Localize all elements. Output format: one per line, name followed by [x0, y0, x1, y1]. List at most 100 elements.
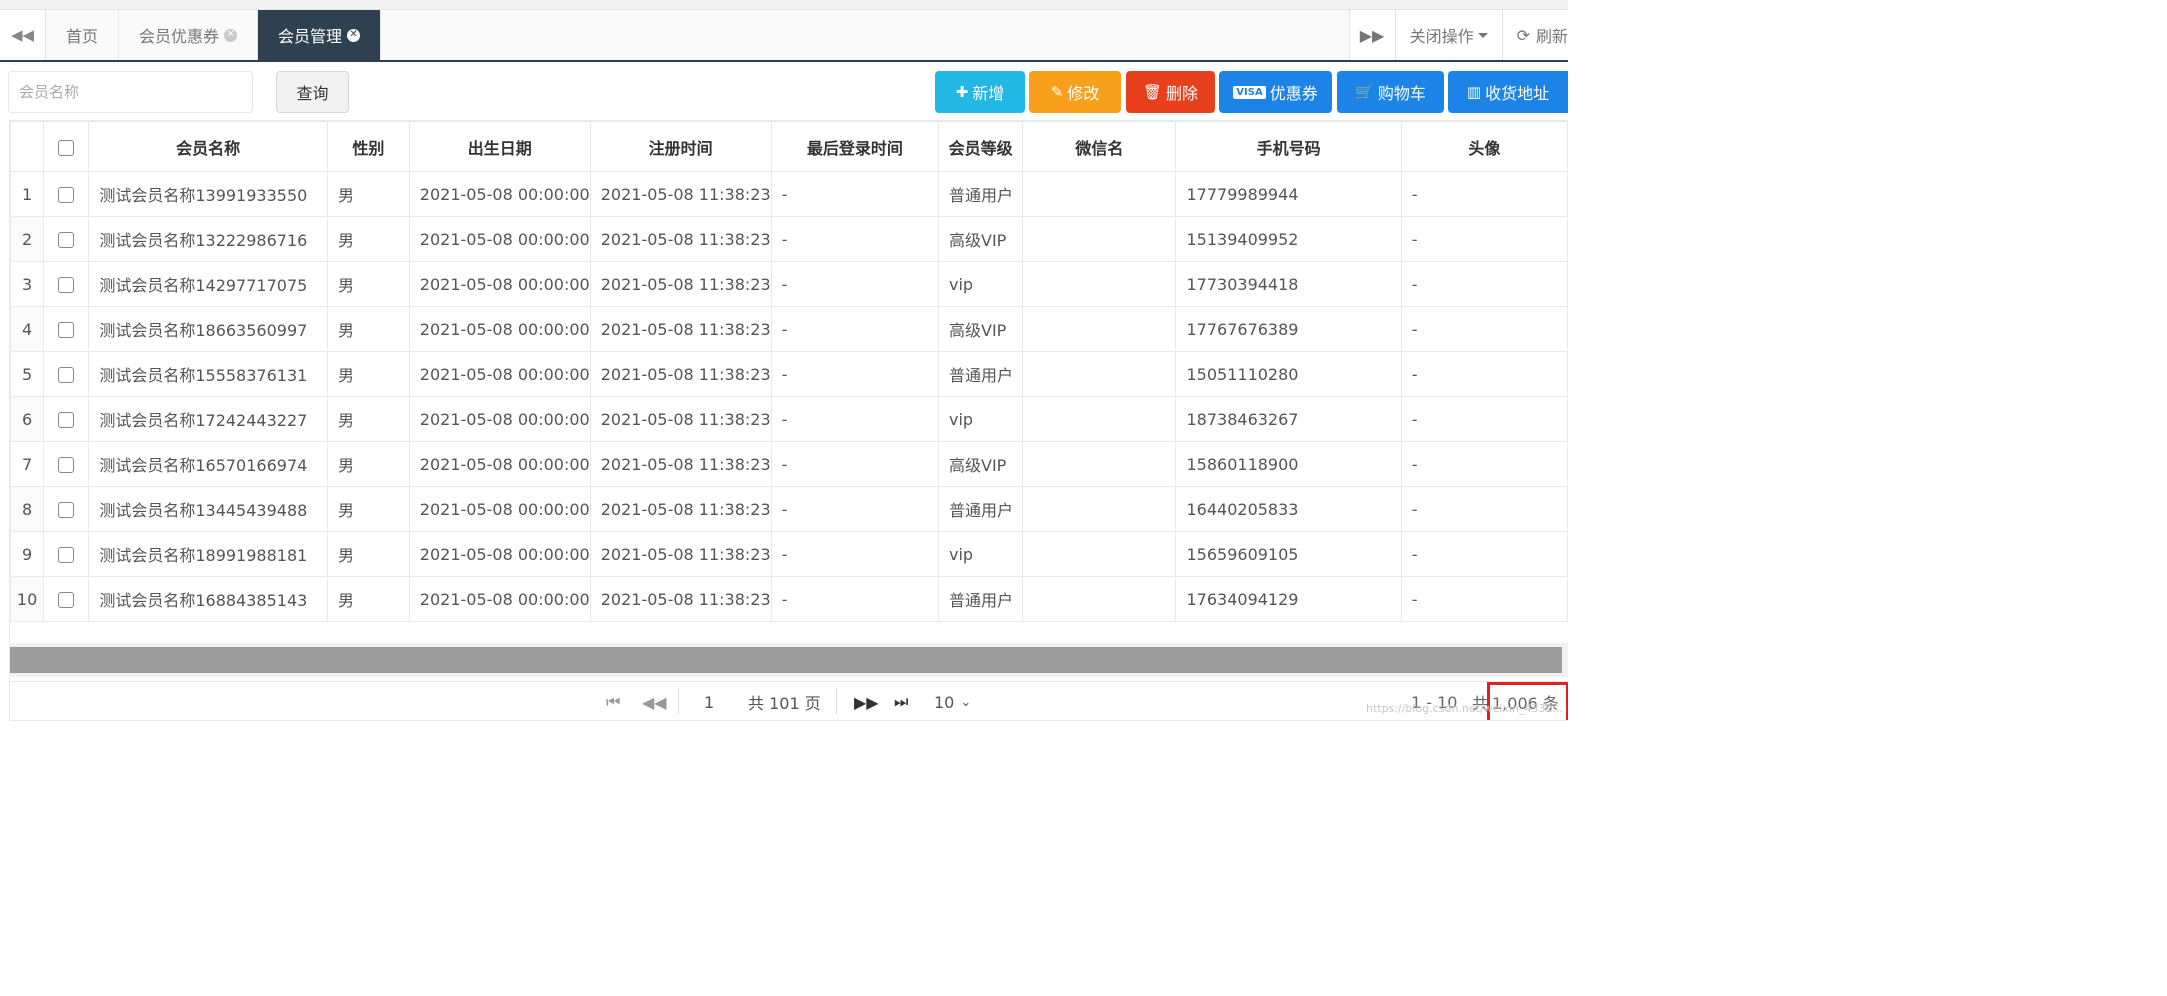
column-header[interactable]: 出生日期	[408, 121, 591, 172]
row-checkbox[interactable]	[43, 576, 90, 622]
cell-name: 测试会员名称17242443227	[88, 396, 329, 442]
cell-reg: 2021-05-08 11:38:23	[589, 441, 772, 487]
column-header[interactable]: 最后登录时间	[770, 121, 940, 172]
member-table: 会员名称 性别 出生日期 注册时间 最后登录时间 会员等级 微信名 手机号码 头…	[10, 121, 1568, 622]
tab-home[interactable]: 首页	[46, 10, 120, 60]
last-page-button[interactable]: ⏭	[894, 690, 908, 714]
table-row[interactable]: 2 测试会员名称13222986716 男 2021-05-08 00:00:00 20…	[10, 216, 1568, 262]
query-button[interactable]: 查询	[276, 71, 349, 113]
cell-wechat	[1022, 486, 1177, 532]
table-row[interactable]: 3 测试会员名称14297717075 男 2021-05-08 00:00:00 20…	[10, 261, 1568, 307]
first-page-button[interactable]: ⏮	[606, 690, 620, 714]
table-row[interactable]: 4 测试会员名称18663560997 男 2021-05-08 00:00:00 20…	[10, 306, 1568, 352]
row-checkbox[interactable]	[43, 306, 90, 352]
cell-name: 测试会员名称16884385143	[88, 576, 329, 622]
column-header[interactable]: 注册时间	[589, 121, 772, 172]
double-left-arrow-icon: ◀◀	[10, 26, 35, 44]
cell-birth: 2021-05-08 00:00:00	[408, 261, 591, 307]
tab-member-coupon[interactable]: 会员优惠券 ✕	[119, 10, 259, 60]
refresh-button[interactable]: ⟳ 刷新	[1501, 10, 1568, 60]
cell-wechat	[1022, 576, 1177, 622]
tab-member-management[interactable]: 会员管理 ✕	[258, 10, 382, 60]
tab-scroll-right-button[interactable]: ▶▶	[1348, 10, 1395, 60]
cell-reg: 2021-05-08 11:38:23	[589, 576, 772, 622]
row-checkbox[interactable]	[43, 171, 90, 217]
cell-phone: 17634094129	[1175, 576, 1402, 622]
row-checkbox[interactable]	[43, 261, 90, 307]
row-index: 6	[10, 396, 45, 442]
cell-birth: 2021-05-08 00:00:00	[408, 531, 591, 577]
next-page-button[interactable]: ▶▶	[854, 690, 879, 714]
tab-label: 首页	[66, 27, 99, 46]
top-strip	[0, 0, 1568, 10]
last-page-icon: ⏭	[894, 692, 909, 711]
pager-divider	[678, 688, 679, 714]
tab-label: 会员管理	[278, 27, 343, 46]
cell-avatar: -	[1400, 396, 1568, 442]
cell-wechat	[1022, 441, 1177, 487]
cell-gender: 男	[327, 261, 410, 307]
table-row[interactable]: 1 测试会员名称13991933550 男 2021-05-08 00:00:00 20…	[10, 171, 1568, 217]
first-page-icon: ⏮	[606, 692, 621, 711]
address-button[interactable]: ▥ 收货地址	[1448, 71, 1568, 113]
row-index: 5	[10, 351, 45, 397]
table-header-row: 会员名称 性别 出生日期 注册时间 最后登录时间 会员等级 微信名 手机号码 头…	[10, 121, 1568, 172]
cell-phone: 17779989944	[1175, 171, 1402, 217]
table-row[interactable]: 10 测试会员名称16884385143 男 2021-05-08 00:00:00 2…	[10, 576, 1568, 622]
column-header[interactable]: 手机号码	[1175, 121, 1402, 172]
member-name-search-input[interactable]	[8, 71, 253, 113]
cell-name: 测试会员名称13445439488	[88, 486, 329, 532]
cell-name: 测试会员名称18991988181	[88, 531, 329, 577]
horizontal-scrollbar[interactable]	[10, 647, 1562, 673]
cell-birth: 2021-05-08 00:00:00	[408, 576, 591, 622]
row-checkbox[interactable]	[43, 351, 90, 397]
cell-phone: 18738463267	[1175, 396, 1402, 442]
table-row[interactable]: 8 测试会员名称13445439488 男 2021-05-08 00:00:00 20…	[10, 486, 1568, 532]
cell-level: 普通用户	[937, 576, 1024, 622]
table-row[interactable]: 9 测试会员名称18991988181 男 2021-05-08 00:00:00 20…	[10, 531, 1568, 577]
column-header[interactable]: 微信名	[1022, 121, 1177, 172]
close-icon[interactable]: ✕	[224, 28, 238, 42]
page-size-select[interactable]: 10 ⌄	[934, 690, 971, 714]
cell-gender: 男	[327, 486, 410, 532]
cell-phone: 15139409952	[1175, 216, 1402, 262]
cell-birth: 2021-05-08 00:00:00	[408, 216, 591, 262]
add-button[interactable]: ✚ 新增	[935, 71, 1025, 113]
column-header[interactable]: 性别	[327, 121, 410, 172]
table-row[interactable]: 7 测试会员名称16570166974 男 2021-05-08 00:00:00 20…	[10, 441, 1568, 487]
close-icon[interactable]: ✕	[347, 28, 361, 42]
cell-wechat	[1022, 171, 1177, 217]
cell-phone: 15860118900	[1175, 441, 1402, 487]
tab-scroll-left-button[interactable]: ◀◀	[0, 10, 46, 60]
member-table-container: 会员名称 性别 出生日期 注册时间 最后登录时间 会员等级 微信名 手机号码 头…	[9, 120, 1568, 721]
cell-name: 测试会员名称13991933550	[88, 171, 329, 217]
delete-button[interactable]: 🗑 删除	[1126, 71, 1215, 113]
tab-label: 会员优惠券	[139, 27, 220, 46]
row-checkbox[interactable]	[43, 396, 90, 442]
row-checkbox[interactable]	[43, 441, 90, 487]
caret-down-icon	[1477, 32, 1488, 38]
cell-avatar: -	[1400, 351, 1568, 397]
column-header[interactable]: 头像	[1400, 121, 1568, 172]
row-checkbox[interactable]	[43, 216, 90, 262]
table-row[interactable]: 5 测试会员名称15558376131 男 2021-05-08 00:00:00 20…	[10, 351, 1568, 397]
trash-icon: 🗑	[1142, 83, 1163, 101]
edit-button[interactable]: ✎ 修改	[1029, 71, 1121, 113]
coupon-button[interactable]: VISA 优惠券	[1219, 71, 1332, 113]
prev-page-button[interactable]: ◀◀	[642, 690, 667, 714]
table-row[interactable]: 6 测试会员名称17242443227 男 2021-05-08 00:00:00 20…	[10, 396, 1568, 442]
cell-level: 普通用户	[937, 486, 1024, 532]
row-checkbox[interactable]	[43, 486, 90, 532]
next-page-icon: ▶▶	[854, 692, 879, 712]
select-all-checkbox[interactable]	[43, 121, 90, 172]
cell-gender: 男	[327, 216, 410, 262]
row-checkbox[interactable]	[43, 531, 90, 577]
cell-avatar: -	[1400, 486, 1568, 532]
close-operations-dropdown[interactable]: 关闭操作	[1394, 10, 1502, 60]
cell-name: 测试会员名称18663560997	[88, 306, 329, 352]
current-page-input[interactable]: 1	[704, 690, 714, 714]
column-header[interactable]: 会员等级	[937, 121, 1024, 172]
cell-wechat	[1022, 531, 1177, 577]
column-header[interactable]: 会员名称	[88, 121, 329, 172]
cart-button[interactable]: 🛒 购物车	[1337, 71, 1444, 113]
